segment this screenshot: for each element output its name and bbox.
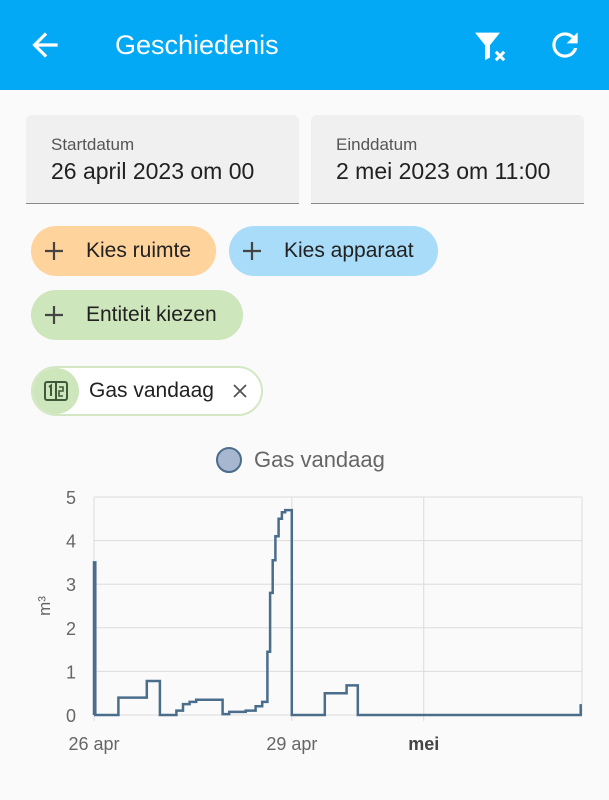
y-tick-label: 2 — [66, 619, 76, 639]
start-date-field[interactable]: Startdatum 26 april 2023 om 00 — [26, 115, 299, 204]
choose-room-label: Kies ruimte — [86, 239, 192, 262]
close-icon[interactable] — [232, 383, 248, 399]
page-title: Geschiedenis — [115, 30, 279, 60]
choose-entity-label: Entiteit kiezen — [86, 303, 217, 326]
end-date-label: Einddatum — [336, 135, 418, 154]
start-date-value: 26 april 2023 om 00 — [51, 158, 255, 184]
chart-legend[interactable]: Gas vandaag — [216, 446, 385, 474]
plus-icon — [45, 242, 63, 260]
filter-remove-icon[interactable] — [470, 26, 510, 66]
y-tick-label: 1 — [66, 662, 76, 682]
app-bar: Geschiedenis — [0, 0, 609, 90]
choose-room-button[interactable]: Kies ruimte — [31, 226, 216, 276]
x-tick-label: mei — [408, 734, 439, 754]
y-tick-label: 0 — [66, 706, 76, 726]
refresh-icon[interactable] — [546, 26, 584, 64]
y-tick-label: 5 — [66, 488, 76, 508]
choose-entity-button[interactable]: Entiteit kiezen — [31, 290, 243, 340]
y-tick-label: 3 — [66, 575, 76, 595]
y-tick-label: 4 — [66, 532, 76, 552]
plus-icon — [45, 306, 63, 324]
arrow-left-icon[interactable] — [26, 26, 64, 64]
choose-device-button[interactable]: Kies apparaat — [229, 226, 438, 276]
counter-icon — [33, 368, 79, 414]
x-tick-label: 26 apr — [68, 734, 119, 754]
selected-entity-chip[interactable]: Gas vandaag — [31, 366, 263, 416]
selected-entity-label: Gas vandaag — [89, 379, 214, 402]
end-date-field[interactable]: Einddatum 2 mei 2023 om 11:00 — [311, 115, 584, 204]
x-tick-label: 29 apr — [266, 734, 317, 754]
y-axis-label: m³ — [35, 596, 54, 616]
end-date-value: 2 mei 2023 om 11:00 — [336, 158, 551, 184]
history-chart: 0 1 2 3 4 5 26 apr 29 apr mei m³ — [35, 488, 583, 754]
choose-device-label: Kies apparaat — [284, 239, 414, 262]
legend-swatch — [216, 447, 242, 473]
start-date-label: Startdatum — [51, 135, 135, 154]
plus-icon — [243, 242, 261, 260]
legend-label: Gas vandaag — [254, 447, 385, 472]
